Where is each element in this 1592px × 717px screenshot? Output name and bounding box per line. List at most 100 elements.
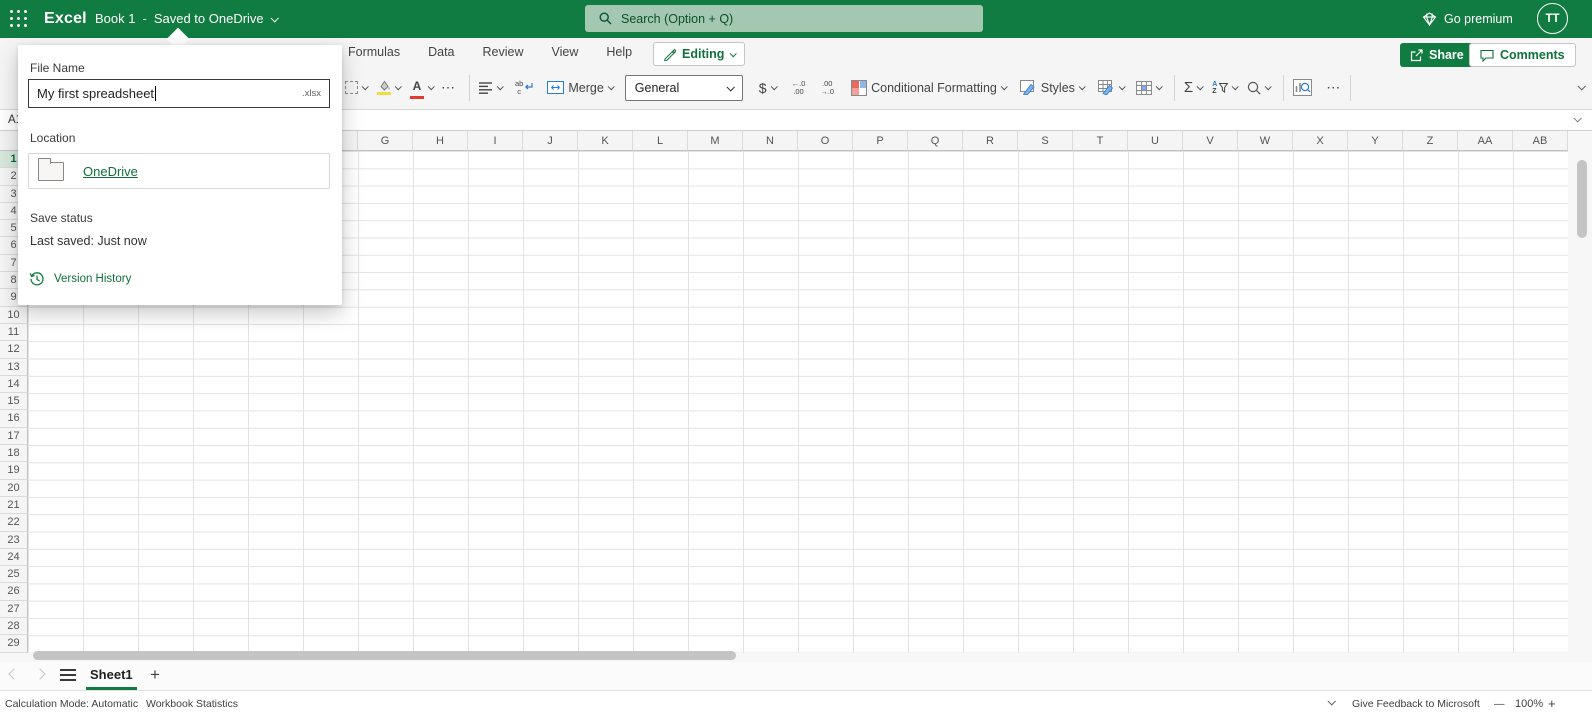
font-group-overflow-button[interactable]: ⋯ xyxy=(441,79,456,96)
column-header-AB[interactable]: AB xyxy=(1513,131,1568,151)
ribbon-overflow-button[interactable]: ⋯ xyxy=(1326,79,1341,96)
expand-formula-bar-icon[interactable] xyxy=(1573,114,1581,122)
add-sheet-button[interactable]: + xyxy=(144,663,166,687)
comments-button[interactable]: Comments xyxy=(1469,43,1576,67)
tab-data[interactable]: Data xyxy=(428,45,454,59)
accounting-format-button[interactable]: $ xyxy=(759,80,776,96)
app-logo[interactable]: Excel xyxy=(44,0,87,38)
version-history-button[interactable]: Version History xyxy=(29,271,131,287)
search-input[interactable]: Search (Option + Q) xyxy=(585,5,983,32)
column-header-G[interactable]: G xyxy=(358,131,413,151)
sort-filter-button[interactable]: A Z xyxy=(1212,81,1237,95)
column-header-M[interactable]: M xyxy=(688,131,743,151)
tab-view[interactable]: View xyxy=(552,45,579,59)
autosum-button[interactable]: Σ xyxy=(1184,79,1202,96)
borders-button[interactable] xyxy=(345,81,367,94)
number-format-select[interactable]: General xyxy=(625,75,743,101)
column-header-W[interactable]: W xyxy=(1238,131,1293,151)
column-header-K[interactable]: K xyxy=(578,131,633,151)
column-header-R[interactable]: R xyxy=(963,131,1018,151)
status-bar-chevron-icon[interactable] xyxy=(1327,697,1335,705)
zoom-out-button[interactable]: — xyxy=(1494,698,1505,710)
column-header-J[interactable]: J xyxy=(523,131,578,151)
row-header-22[interactable]: 22 xyxy=(0,514,28,531)
column-header-Q[interactable]: Q xyxy=(908,131,963,151)
analyze-data-button[interactable] xyxy=(1293,79,1312,96)
row-header-18[interactable]: 18 xyxy=(0,445,28,462)
row-header-25[interactable]: 25 xyxy=(0,566,28,583)
column-header-Y[interactable]: Y xyxy=(1348,131,1403,151)
column-header-U[interactable]: U xyxy=(1128,131,1183,151)
format-as-table-button[interactable] xyxy=(1098,80,1124,95)
row-header-24[interactable]: 24 xyxy=(0,549,28,566)
column-header-N[interactable]: N xyxy=(743,131,798,151)
chevron-down-icon[interactable] xyxy=(270,14,278,22)
row-header-29[interactable]: 29 xyxy=(0,635,28,652)
column-header-Z[interactable]: Z xyxy=(1403,131,1458,151)
row-header-13[interactable]: 13 xyxy=(0,359,28,376)
decrease-decimal-button[interactable]: ←.0 .00 xyxy=(792,80,806,96)
sheet-tab-sheet1[interactable]: Sheet1 xyxy=(86,662,137,690)
app-launcher-icon[interactable] xyxy=(10,10,28,28)
font-color-button[interactable]: A xyxy=(410,77,433,99)
column-header-AA[interactable]: AA xyxy=(1458,131,1513,151)
column-header-L[interactable]: L xyxy=(633,131,688,151)
column-header-V[interactable]: V xyxy=(1183,131,1238,151)
calculation-mode-status[interactable]: Calculation Mode: Automatic xyxy=(5,698,138,710)
editing-mode-button[interactable]: Editing xyxy=(653,42,745,66)
share-button[interactable]: Share xyxy=(1400,43,1474,67)
column-header-H[interactable]: H xyxy=(413,131,468,151)
row-header-16[interactable]: 16 xyxy=(0,410,28,427)
increase-decimal-button[interactable]: .00 →.0 xyxy=(820,80,834,96)
row-header-14[interactable]: 14 xyxy=(0,376,28,393)
row-header-20[interactable]: 20 xyxy=(0,480,28,497)
previous-sheet-icon[interactable] xyxy=(8,668,19,679)
zoom-level[interactable]: 100% xyxy=(1515,698,1543,710)
column-header-X[interactable]: X xyxy=(1293,131,1348,151)
column-header-O[interactable]: O xyxy=(798,131,853,151)
horizontal-scrollbar[interactable] xyxy=(33,651,736,660)
onedrive-link[interactable]: OneDrive xyxy=(83,164,138,179)
conditional-formatting-button[interactable]: Conditional Formatting xyxy=(851,80,1006,96)
row-header-10[interactable]: 10 xyxy=(0,307,28,324)
row-header-23[interactable]: 23 xyxy=(0,532,28,549)
find-button[interactable] xyxy=(1247,81,1270,95)
tab-help[interactable]: Help xyxy=(606,45,632,59)
file-name-input[interactable]: My first spreadsheet .xlsx xyxy=(28,79,330,108)
table-icon xyxy=(1136,81,1152,95)
column-header-S[interactable]: S xyxy=(1018,131,1073,151)
feedback-link[interactable]: Give Feedback to Microsoft xyxy=(1352,698,1480,710)
row-header-28[interactable]: 28 xyxy=(0,618,28,635)
workbook-statistics-button[interactable]: Workbook Statistics xyxy=(146,698,238,710)
zoom-in-button[interactable]: + xyxy=(1548,696,1556,711)
wrap-text-button[interactable]: ab c xyxy=(515,80,533,96)
tab-formulas[interactable]: Formulas xyxy=(348,45,400,59)
insert-table-button[interactable] xyxy=(1136,81,1161,95)
document-title[interactable]: Book 1 - Saved to OneDrive xyxy=(95,0,277,38)
all-sheets-menu-icon[interactable] xyxy=(60,669,76,682)
document-name[interactable]: Book 1 xyxy=(95,0,135,38)
row-header-19[interactable]: 19 xyxy=(0,462,28,479)
column-header-T[interactable]: T xyxy=(1073,131,1128,151)
row-header-15[interactable]: 15 xyxy=(0,393,28,410)
row-header-17[interactable]: 17 xyxy=(0,428,28,445)
column-header-I[interactable]: I xyxy=(468,131,523,151)
row-header-12[interactable]: 12 xyxy=(0,341,28,358)
go-premium-button[interactable]: Go premium xyxy=(1422,0,1513,38)
row-header-11[interactable]: 11 xyxy=(0,324,28,341)
fill-color-button[interactable] xyxy=(377,80,400,95)
topbar: Excel Book 1 - Saved to OneDrive Search … xyxy=(0,0,1592,38)
column-header-P[interactable]: P xyxy=(853,131,908,151)
vertical-scrollbar[interactable] xyxy=(1577,160,1587,238)
tab-review[interactable]: Review xyxy=(483,45,524,59)
location-label: Location xyxy=(30,131,75,145)
row-header-27[interactable]: 27 xyxy=(0,601,28,618)
row-header-26[interactable]: 26 xyxy=(0,583,28,600)
next-sheet-icon[interactable] xyxy=(34,668,45,679)
ribbon-toolbar: A ⋯ ab c xyxy=(345,66,1588,109)
merge-button[interactable]: Merge xyxy=(547,81,612,95)
row-header-21[interactable]: 21 xyxy=(0,497,28,514)
align-button[interactable] xyxy=(479,82,502,94)
cell-styles-button[interactable]: Styles xyxy=(1020,80,1084,95)
avatar[interactable]: TT xyxy=(1537,3,1568,34)
